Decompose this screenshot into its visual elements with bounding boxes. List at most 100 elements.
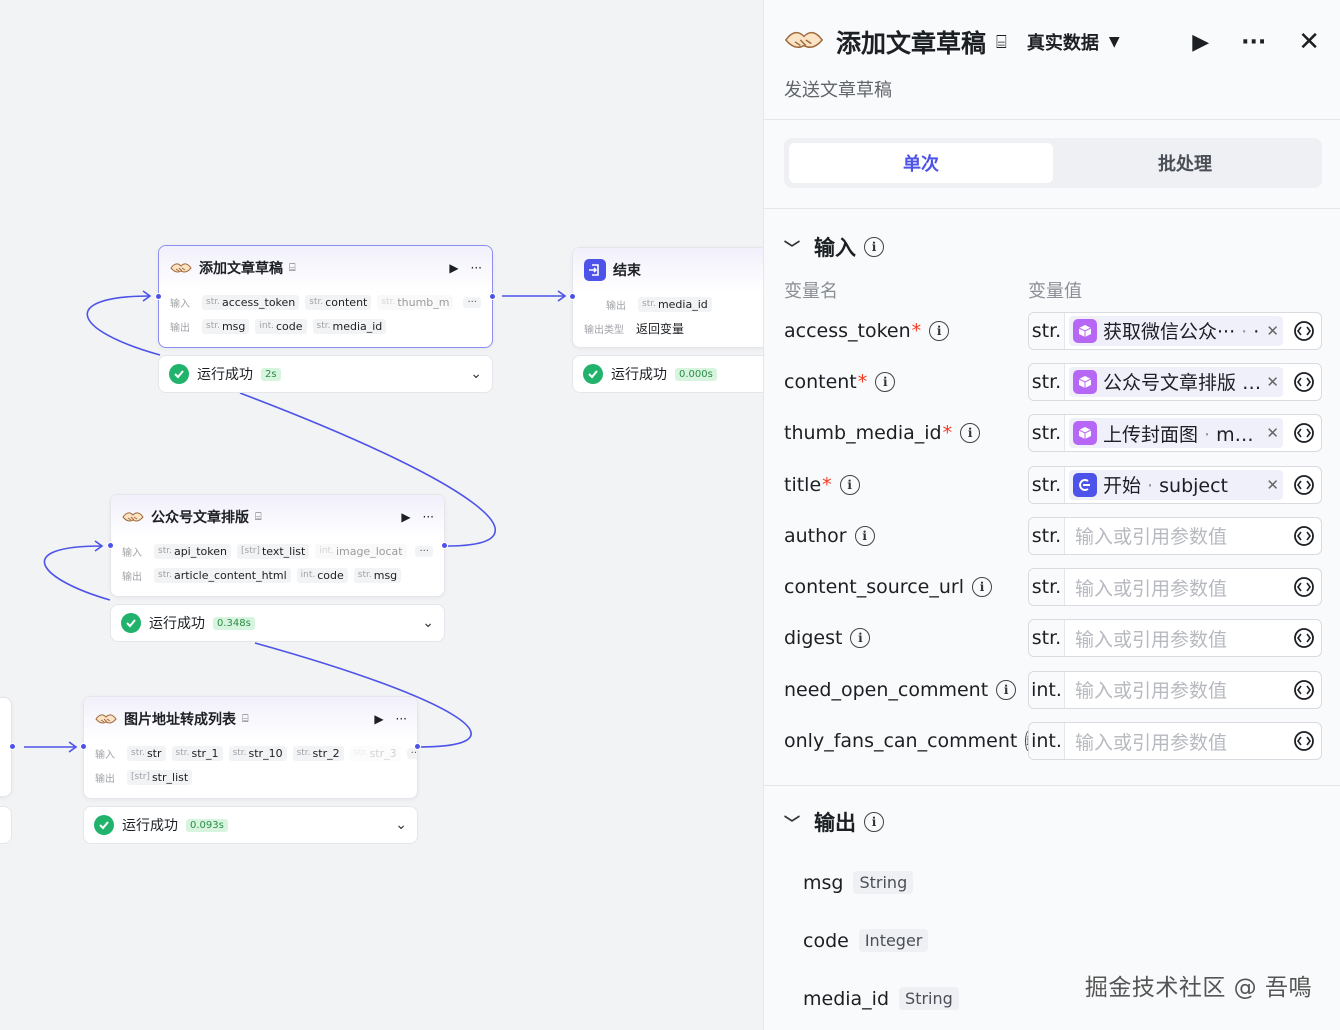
run-icon[interactable]: ▶ xyxy=(374,712,383,726)
more-params-button[interactable]: ··· xyxy=(463,296,481,308)
variable-select-icon[interactable] xyxy=(1287,730,1321,752)
info-icon[interactable]: i xyxy=(929,320,950,341)
node-image-url-list[interactable]: 图片地址转成列表 ⌸ ▶ ··· 输入 str. str str. str_1 st… xyxy=(83,696,418,799)
param-value-field[interactable]: str.公众号文章排版 · a·✕ xyxy=(1028,362,1322,401)
variable-select-icon[interactable] xyxy=(1287,576,1321,598)
input-section-header[interactable]: ﹀ 输入 i xyxy=(764,227,1340,267)
output-section-header[interactable]: ﹀ 输出 i xyxy=(764,802,1340,842)
close-icon[interactable]: ✕ xyxy=(1298,27,1320,57)
clear-icon[interactable]: ✕ xyxy=(1266,373,1279,391)
info-icon[interactable]: i xyxy=(996,679,1017,700)
info-icon[interactable]: i xyxy=(971,577,992,598)
input-port[interactable] xyxy=(569,293,576,300)
node-article-format[interactable]: 公众号文章排版 ⌸ ▶ ··· 输入 str. api_token [str] te… xyxy=(110,494,445,597)
variable-select-icon[interactable] xyxy=(1287,320,1321,342)
more-icon[interactable]: ··· xyxy=(396,712,407,726)
value-input[interactable]: 输入或引用参数值 xyxy=(1065,574,1287,601)
more-icon[interactable]: ··· xyxy=(471,261,482,275)
info-icon[interactable]: i xyxy=(864,811,885,832)
param-value-field[interactable]: int. 输入或引用参数值 xyxy=(1028,722,1322,761)
output-port[interactable] xyxy=(414,743,421,750)
node-outputs-row: 输出 [str] str_list xyxy=(84,765,417,789)
output-type-value: 返回变量 xyxy=(636,321,685,336)
data-mode-dropdown[interactable]: 真实数据 ▼ xyxy=(1027,29,1120,55)
run-icon[interactable]: ▶ xyxy=(449,261,458,275)
handshake-icon xyxy=(784,23,824,61)
input-port[interactable] xyxy=(80,743,87,750)
param-value-field[interactable]: str. 获取微信公众··· · · ✕ xyxy=(1028,311,1322,350)
variable-select-icon[interactable] xyxy=(1287,679,1321,701)
param-value-field[interactable]: str. 输入或引用参数值 xyxy=(1028,568,1322,607)
chevron-down-icon[interactable]: ⌄ xyxy=(0,817,1,833)
reference-chip[interactable]: 开始 · subject ✕ xyxy=(1069,469,1283,500)
run-icon[interactable]: ▶ xyxy=(401,510,410,524)
chevron-down-icon[interactable]: ⌄ xyxy=(422,615,434,631)
info-icon[interactable]: i xyxy=(864,237,885,257)
run-icon[interactable]: ▶ xyxy=(1192,30,1209,55)
clear-icon[interactable]: ✕ xyxy=(1266,476,1279,494)
info-icon[interactable]: i xyxy=(839,474,860,495)
param-value-field[interactable]: str. 上传封面图 · me··· ✕ xyxy=(1028,414,1322,453)
divider xyxy=(764,784,1340,786)
value-input[interactable]: 输入或引用参数值 xyxy=(1065,625,1287,652)
node-status-bar[interactable]: 运行成功 0.348s ⌄ xyxy=(110,604,445,642)
param-name: access_token * i xyxy=(784,320,1028,342)
info-icon[interactable]: i xyxy=(854,525,875,546)
chevron-down-icon[interactable]: ﹀ xyxy=(784,235,800,259)
handshake-icon xyxy=(94,707,118,731)
offscreen-node-status[interactable]: ⌄ xyxy=(0,806,12,844)
tab-batch[interactable]: 批处理 xyxy=(1053,143,1317,183)
param-name: content * i xyxy=(784,371,1028,393)
value-input[interactable]: 输入或引用参数值 xyxy=(1065,676,1287,703)
clear-icon[interactable]: ✕ xyxy=(1266,424,1279,442)
variable-select-icon[interactable] xyxy=(1287,474,1321,496)
info-icon[interactable]: i xyxy=(875,371,896,392)
time-badge: 0.093s xyxy=(186,818,228,832)
chevron-down-icon[interactable]: ﹀ xyxy=(784,810,800,834)
variable-select-icon[interactable] xyxy=(1287,422,1321,444)
value-input[interactable]: 输入或引用参数值 xyxy=(1065,728,1287,755)
more-params-button[interactable]: ··· xyxy=(415,545,433,557)
node-add-draft[interactable]: 添加文章草稿 ⌸ ▶ ··· 输入 str. access_token str. c… xyxy=(158,245,493,348)
output-port[interactable] xyxy=(441,542,448,549)
workflow-canvas[interactable]: ⌄ 添加文章草稿 ⌸ ▶ ··· 输入 str.access_token str… xyxy=(0,0,764,1030)
cube-icon xyxy=(1073,369,1097,394)
node-status-bar[interactable]: 运行成功 0.000s xyxy=(572,355,764,393)
more-icon[interactable]: ··· xyxy=(423,510,434,524)
param-value-field[interactable]: str. 输入或引用参数值 xyxy=(1028,619,1322,658)
ref-node-name: 开始 xyxy=(1103,475,1142,498)
variable-select-icon[interactable] xyxy=(1287,371,1321,393)
chevron-down-icon[interactable]: ⌄ xyxy=(470,366,482,382)
node-outputs-row: 输出 str. article_content_html int. code str… xyxy=(111,563,444,587)
param-row: thumb_media_id * i str. 上传封面图 · me··· ✕ xyxy=(764,408,1340,459)
node-status-bar[interactable]: 运行成功 2s ⌄ xyxy=(158,355,493,393)
param-tag: str. msg xyxy=(202,318,250,334)
reference-chip[interactable]: 上传封面图 · me··· ✕ xyxy=(1069,418,1283,449)
node-end[interactable]: 结束 输出 str. media_id 输出类型 返回变量 xyxy=(572,247,764,348)
time-badge: 0.000s xyxy=(675,367,717,381)
required-asterisk: * xyxy=(942,422,953,445)
more-icon[interactable]: ··· xyxy=(1241,30,1266,55)
end-icon xyxy=(583,258,607,282)
info-icon[interactable]: i xyxy=(850,628,871,649)
variable-select-icon[interactable] xyxy=(1287,627,1321,649)
param-name: need_open_comment i xyxy=(784,679,1028,701)
node-status-bar[interactable]: 运行成功 0.093s ⌄ xyxy=(83,806,418,844)
variable-select-icon[interactable] xyxy=(1287,525,1321,547)
reference-chip[interactable]: 获取微信公众··· · · ✕ xyxy=(1069,315,1283,346)
info-icon[interactable]: i xyxy=(960,423,981,444)
reference-chip[interactable]: 公众号文章排版 · a·✕ xyxy=(1069,366,1283,397)
tab-single[interactable]: 单次 xyxy=(789,143,1053,183)
output-port[interactable] xyxy=(9,743,16,750)
value-input[interactable]: 输入或引用参数值 xyxy=(1065,522,1287,549)
input-port[interactable] xyxy=(107,542,114,549)
check-circle-icon xyxy=(583,364,603,384)
chevron-down-icon[interactable]: ⌄ xyxy=(395,817,407,833)
info-card-icon[interactable]: ⌸ xyxy=(996,32,1007,53)
output-port[interactable] xyxy=(489,293,496,300)
param-value-field[interactable]: str. 输入或引用参数值 xyxy=(1028,516,1322,555)
param-value-field[interactable]: str. 开始 · subject ✕ xyxy=(1028,465,1322,504)
clear-icon[interactable]: ✕ xyxy=(1266,322,1279,340)
input-port[interactable] xyxy=(155,293,162,300)
param-value-field[interactable]: int. 输入或引用参数值 xyxy=(1028,670,1322,709)
